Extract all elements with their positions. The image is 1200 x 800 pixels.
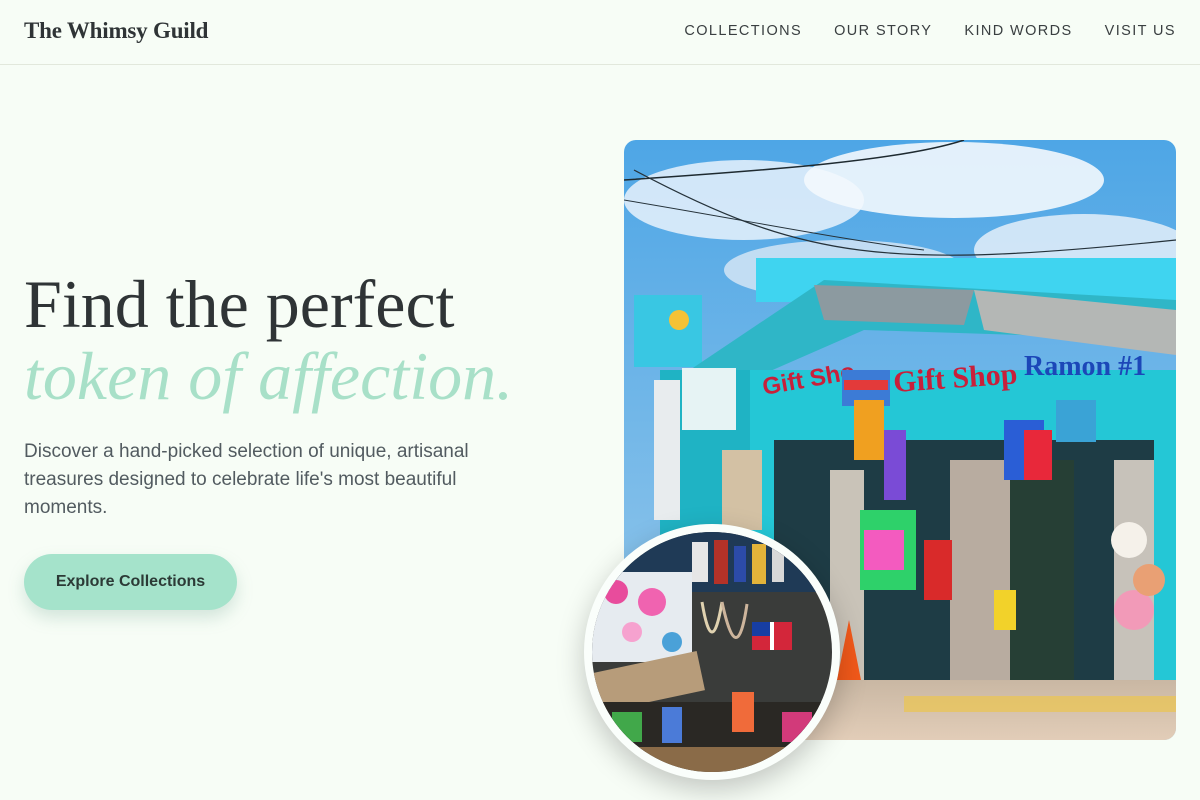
hero-lead: Discover a hand-picked selection of uniq…	[24, 441, 469, 518]
hero-title-accent: token of affection.	[24, 338, 514, 414]
nav-kind-words[interactable]: KIND WORDS	[964, 23, 1072, 39]
nav-our-story[interactable]: OUR STORY	[834, 23, 932, 39]
site-header: The Whimsy Guild COLLECTIONS OUR STORY K…	[0, 0, 1200, 65]
sign-ramon: Ramon #1	[1024, 351, 1146, 382]
souvenirs-illustration	[592, 532, 832, 772]
explore-collections-button[interactable]: Explore Collections	[24, 554, 237, 610]
hero-title: Find the perfect token of affection.	[24, 268, 513, 412]
hero-title-line1: Find the perfect	[24, 266, 455, 342]
nav-visit-us[interactable]: VISIT US	[1105, 23, 1176, 39]
brand-logo[interactable]: The Whimsy Guild	[24, 18, 208, 44]
main-nav: COLLECTIONS OUR STORY KIND WORDS VISIT U…	[684, 23, 1176, 39]
nav-collections[interactable]: COLLECTIONS	[684, 23, 802, 39]
inset-photo-souvenirs	[584, 524, 840, 780]
